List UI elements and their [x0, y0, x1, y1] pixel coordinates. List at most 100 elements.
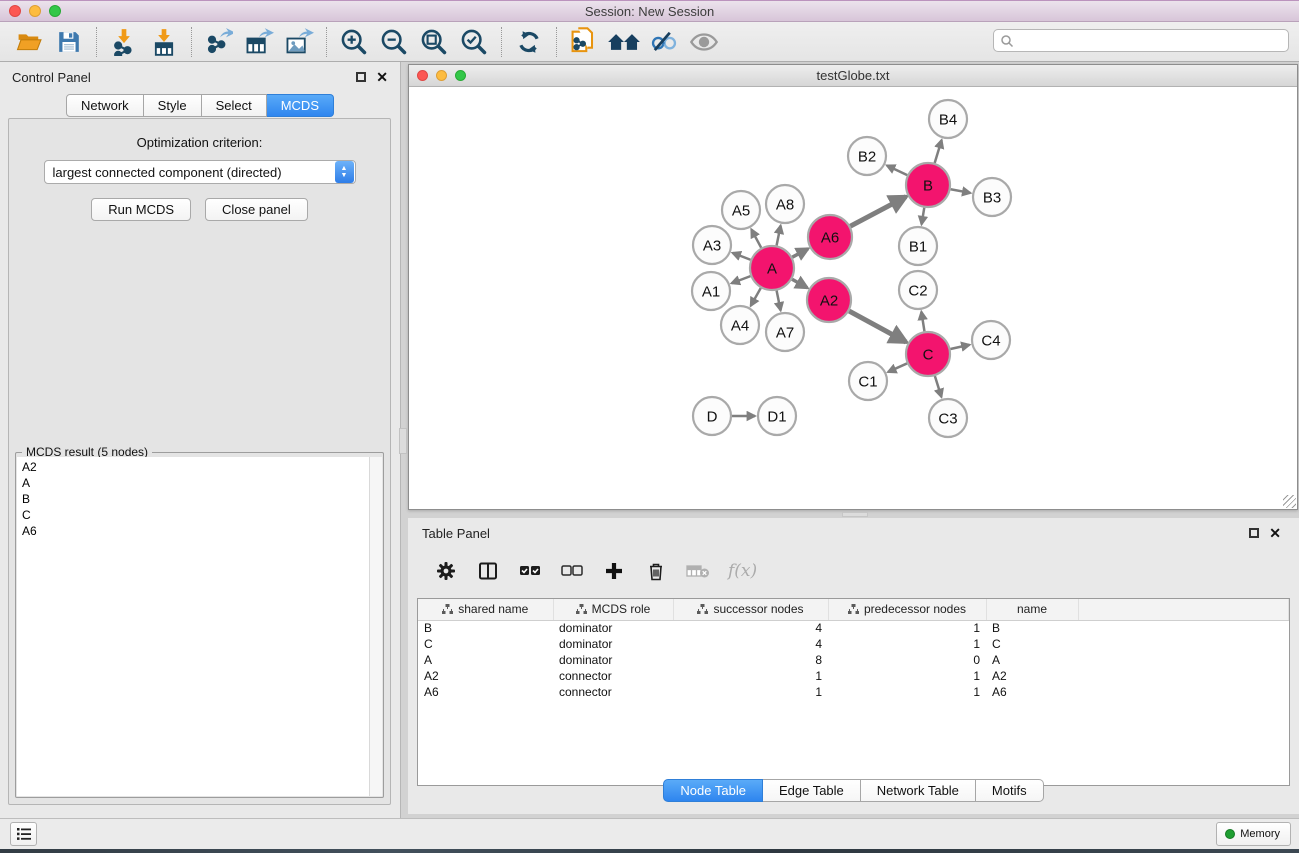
- table-cell: 8: [673, 652, 828, 668]
- graph-node-label: B1: [909, 238, 927, 255]
- optimization-criterion-label: Optimization criterion:: [9, 135, 390, 150]
- graph-edge-A-A7[interactable]: [777, 291, 781, 311]
- export-table-icon[interactable]: [242, 26, 276, 58]
- graph-node-label: C: [923, 346, 934, 363]
- panel-layout-icon[interactable]: [476, 559, 500, 583]
- column-header-predecessor-nodes[interactable]: predecessor nodes: [828, 599, 986, 620]
- graph-edge-C-C4[interactable]: [950, 345, 969, 349]
- zoom-fit-icon[interactable]: [417, 26, 451, 58]
- open-icon[interactable]: [12, 26, 46, 58]
- horizontal-splitter-handle[interactable]: [842, 512, 868, 517]
- memory-button[interactable]: Memory: [1216, 822, 1291, 846]
- graph-edge-C-C1[interactable]: [888, 363, 907, 372]
- result-list-item[interactable]: A6: [22, 523, 364, 539]
- column-header-successor-nodes[interactable]: successor nodes: [673, 599, 828, 620]
- delete-table-icon[interactable]: [686, 559, 710, 583]
- tab-motifs[interactable]: Motifs: [976, 779, 1044, 802]
- result-list-item[interactable]: A: [22, 475, 364, 491]
- table-close-panel-icon[interactable]: ✕: [1269, 528, 1281, 538]
- zoom-in-icon[interactable]: [337, 26, 371, 58]
- graph-edge-A-A1[interactable]: [732, 276, 751, 283]
- result-list-item[interactable]: A2: [22, 459, 364, 475]
- dropdown-stepper-icon: ▲▼: [335, 161, 354, 183]
- export-image-icon[interactable]: [282, 26, 316, 58]
- node-table: shared name MCDS role successor nodes pr…: [417, 598, 1290, 786]
- add-column-icon[interactable]: [602, 559, 626, 583]
- zoom-out-icon[interactable]: [377, 26, 411, 58]
- task-history-button[interactable]: [10, 822, 37, 846]
- save-icon[interactable]: [52, 26, 86, 58]
- tab-mcds[interactable]: MCDS: [267, 94, 334, 117]
- hide-glasses-icon[interactable]: [647, 26, 681, 58]
- table-cell: 4: [673, 620, 828, 636]
- graph-edge-A-A6[interactable]: [792, 249, 808, 257]
- graph-edge-B-B4[interactable]: [935, 140, 942, 163]
- graph-edge-B-B1[interactable]: [922, 208, 925, 225]
- import-network-icon[interactable]: [107, 26, 141, 58]
- export-network-icon[interactable]: [202, 26, 236, 58]
- result-list-item[interactable]: B: [22, 491, 364, 507]
- network-canvas[interactable]: B4B2BB3A8A5A6A3B1AA1C2A2A4A7C4CC1DD1C3: [409, 87, 1297, 509]
- table-cell: 1: [828, 636, 986, 652]
- column-header-name[interactable]: name: [986, 599, 1078, 620]
- table-cell: 1: [828, 668, 986, 684]
- mcds-result-list[interactable]: A2ABCA6: [17, 457, 369, 796]
- delete-column-icon[interactable]: [644, 559, 668, 583]
- criterion-dropdown[interactable]: largest connected component (directed) ▲…: [44, 160, 356, 184]
- graph-edge-C-C3[interactable]: [935, 376, 942, 397]
- table-cell: 0: [828, 652, 986, 668]
- graph-node-label: B3: [983, 189, 1001, 206]
- table-row[interactable]: Bdominator41B: [418, 620, 1289, 636]
- tab-select[interactable]: Select: [202, 94, 267, 117]
- vertical-splitter-handle[interactable]: [399, 428, 407, 454]
- graph-node-label: D1: [767, 408, 786, 425]
- tab-network-table[interactable]: Network Table: [861, 779, 976, 802]
- float-panel-icon[interactable]: [356, 72, 366, 82]
- tab-node-table[interactable]: Node Table: [663, 779, 763, 802]
- graph-edge-A-A2[interactable]: [792, 279, 807, 288]
- zoom-selected-icon[interactable]: [457, 26, 491, 58]
- close-panel-button[interactable]: Close panel: [205, 198, 308, 221]
- graph-edge-C-C2[interactable]: [921, 312, 924, 332]
- search-field[interactable]: [993, 29, 1289, 52]
- graph-edge-A2-C[interactable]: [849, 311, 906, 342]
- graph-edge-A-A4[interactable]: [751, 288, 761, 306]
- table-cell: dominator: [553, 636, 673, 652]
- tab-edge-table[interactable]: Edge Table: [763, 779, 861, 802]
- graph-edge-A-A5[interactable]: [751, 229, 761, 247]
- table-cell: B: [986, 620, 1078, 636]
- column-header-mcds-role[interactable]: MCDS role: [553, 599, 673, 620]
- select-all-columns-icon[interactable]: [518, 559, 542, 583]
- network-window-titlebar[interactable]: testGlobe.txt: [409, 65, 1297, 87]
- run-mcds-button[interactable]: Run MCDS: [91, 198, 191, 221]
- table-row[interactable]: Adominator80A: [418, 652, 1289, 668]
- result-scrollbar[interactable]: [369, 457, 382, 796]
- graph-edge-A6-B[interactable]: [850, 197, 906, 227]
- graph-edge-B-B3[interactable]: [951, 189, 971, 193]
- table-float-panel-icon[interactable]: [1249, 528, 1259, 538]
- table-row[interactable]: Cdominator41C: [418, 636, 1289, 652]
- table-row[interactable]: A6connector11A6: [418, 684, 1289, 700]
- gear-icon[interactable]: [434, 559, 458, 583]
- function-builder-icon[interactable]: f(x): [728, 559, 757, 583]
- graph-edge-B-B2[interactable]: [887, 165, 907, 175]
- graph-edge-A-A8[interactable]: [777, 226, 781, 246]
- table-cell: 1: [828, 684, 986, 700]
- tab-style[interactable]: Style: [144, 94, 202, 117]
- deselect-all-columns-icon[interactable]: [560, 559, 584, 583]
- show-eye-icon[interactable]: [687, 26, 721, 58]
- graph-node-label: A: [767, 260, 777, 277]
- tab-network[interactable]: Network: [66, 94, 144, 117]
- table-row[interactable]: A2connector11A2: [418, 668, 1289, 684]
- window-resize-grip[interactable]: [1283, 495, 1296, 508]
- refresh-icon[interactable]: [512, 26, 546, 58]
- home-icon[interactable]: [607, 26, 641, 58]
- status-bar: Memory: [0, 818, 1299, 849]
- search-input[interactable]: [1014, 32, 1288, 50]
- column-header-shared-name[interactable]: shared name: [418, 599, 553, 620]
- import-table-icon[interactable]: [147, 26, 181, 58]
- result-list-item[interactable]: C: [22, 507, 364, 523]
- network-from-file-icon[interactable]: [567, 26, 601, 58]
- close-panel-icon[interactable]: ✕: [376, 72, 388, 82]
- graph-edge-A-A3[interactable]: [733, 253, 751, 260]
